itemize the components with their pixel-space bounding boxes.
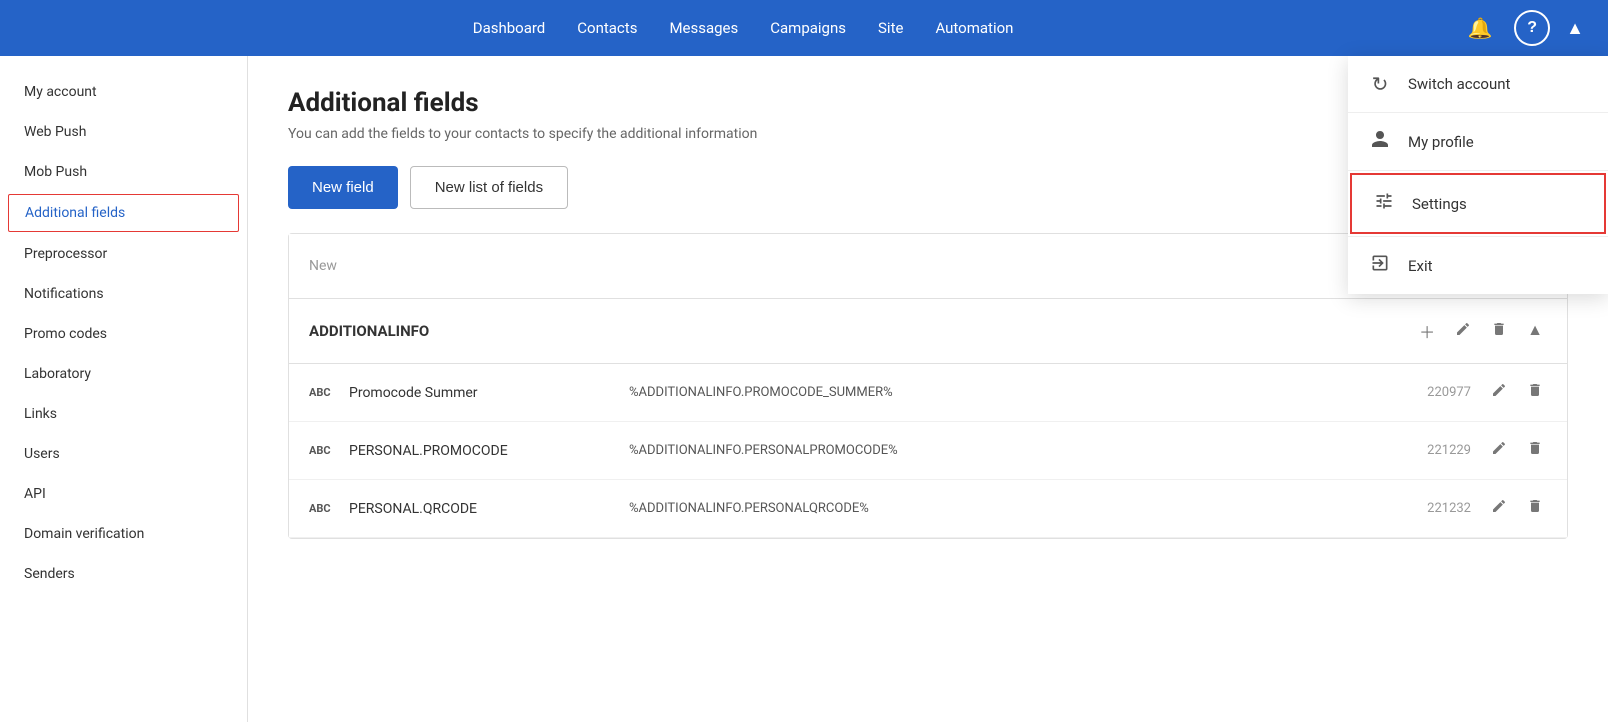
field-macro-2: %ADDITIONALINFO.PERSONALPROMOCODE% [629, 443, 1391, 458]
nav-messages[interactable]: Messages [669, 19, 738, 37]
switch-account-icon: ↻ [1368, 72, 1392, 96]
additionalinfo-collapse-button[interactable]: ▲ [1523, 318, 1547, 344]
table-row: ABC PERSONAL.QRCODE %ADDITIONALINFO.PERS… [289, 480, 1567, 538]
nav-right-actions: 🔔 ? ▲ [1462, 10, 1584, 46]
sidebar-item-promo-codes[interactable]: Promo codes [0, 314, 247, 354]
dropdown-settings[interactable]: Settings [1350, 173, 1606, 234]
field-3-edit-button[interactable] [1487, 494, 1511, 523]
field-macro-1: %ADDITIONALINFO.PROMOCODE_SUMMER% [629, 385, 1391, 400]
dropdown-settings-label: Settings [1412, 195, 1467, 213]
notifications-bell-button[interactable]: 🔔 [1462, 10, 1498, 46]
dropdown-exit[interactable]: Exit [1348, 237, 1608, 294]
user-menu-toggle-button[interactable]: ▲ [1566, 18, 1584, 39]
field-macro-3: %ADDITIONALINFO.PERSONALQRCODE% [629, 501, 1391, 516]
table-row: ABC Promocode Summer %ADDITIONALINFO.PRO… [289, 364, 1567, 422]
additionalinfo-section-title: ADDITIONALINFO [309, 322, 1415, 340]
additionalinfo-section-row: ADDITIONALINFO ＋ ▲ [289, 299, 1567, 364]
field-id-3: 221232 [1391, 501, 1471, 516]
nav-dashboard[interactable]: Dashboard [473, 19, 546, 37]
field-id-1: 220977 [1391, 385, 1471, 400]
sidebar-item-users[interactable]: Users [0, 434, 247, 474]
additionalinfo-add-button[interactable]: ＋ [1415, 315, 1439, 347]
sidebar-item-web-push[interactable]: Web Push [0, 112, 247, 152]
additionalinfo-edit-button[interactable] [1451, 317, 1475, 346]
field-id-2: 221229 [1391, 443, 1471, 458]
dropdown-exit-label: Exit [1408, 257, 1433, 275]
additionalinfo-section-actions: ＋ ▲ [1415, 315, 1547, 347]
field-type-2: ABC [309, 444, 349, 457]
field-type-1: ABC [309, 386, 349, 399]
settings-icon [1372, 191, 1396, 216]
sidebar-item-senders[interactable]: Senders [0, 554, 247, 594]
nav-site[interactable]: Site [878, 19, 903, 37]
sidebar: My account Web Push Mob Push Additional … [0, 56, 248, 722]
dropdown-my-profile-label: My profile [1408, 133, 1474, 151]
field-type-3: ABC [309, 502, 349, 515]
user-dropdown-menu: ↻ Switch account My profile Settings Exi… [1348, 56, 1608, 294]
dropdown-switch-account-label: Switch account [1408, 75, 1510, 93]
nav-links: Dashboard Contacts Messages Campaigns Si… [24, 19, 1462, 37]
field-name-1: Promocode Summer [349, 385, 629, 401]
additionalinfo-delete-button[interactable] [1487, 317, 1511, 346]
field-2-edit-button[interactable] [1487, 436, 1511, 465]
sidebar-item-preprocessor[interactable]: Preprocessor [0, 234, 247, 274]
field-2-delete-button[interactable] [1523, 436, 1547, 465]
help-button[interactable]: ? [1514, 10, 1550, 46]
sidebar-item-api[interactable]: API [0, 474, 247, 514]
sidebar-item-mob-push[interactable]: Mob Push [0, 152, 247, 192]
field-1-delete-button[interactable] [1523, 378, 1547, 407]
dropdown-divider-2 [1348, 170, 1608, 171]
exit-icon [1368, 253, 1392, 278]
new-field-button[interactable]: New field [288, 166, 398, 209]
table-row: ABC PERSONAL.PROMOCODE %ADDITIONALINFO.P… [289, 422, 1567, 480]
sidebar-item-my-account[interactable]: My account [0, 72, 247, 112]
field-1-actions [1487, 378, 1547, 407]
field-2-actions [1487, 436, 1547, 465]
new-list-of-fields-button[interactable]: New list of fields [410, 166, 568, 209]
nav-automation[interactable]: Automation [935, 19, 1013, 37]
nav-campaigns[interactable]: Campaigns [770, 19, 846, 37]
sidebar-item-laboratory[interactable]: Laboratory [0, 354, 247, 394]
field-1-edit-button[interactable] [1487, 378, 1511, 407]
sidebar-item-domain-verification[interactable]: Domain verification [0, 514, 247, 554]
my-profile-icon [1368, 129, 1392, 154]
field-3-actions [1487, 494, 1547, 523]
nav-contacts[interactable]: Contacts [577, 19, 637, 37]
new-section-label: New [309, 258, 1451, 274]
dropdown-my-profile[interactable]: My profile [1348, 113, 1608, 170]
top-navigation: Dashboard Contacts Messages Campaigns Si… [0, 0, 1608, 56]
sidebar-item-notifications[interactable]: Notifications [0, 274, 247, 314]
dropdown-switch-account[interactable]: ↻ Switch account [1348, 56, 1608, 112]
field-name-3: PERSONAL.QRCODE [349, 501, 629, 517]
sidebar-item-additional-fields[interactable]: Additional fields [8, 194, 239, 232]
field-name-2: PERSONAL.PROMOCODE [349, 443, 629, 459]
field-3-delete-button[interactable] [1523, 494, 1547, 523]
sidebar-item-links[interactable]: Links [0, 394, 247, 434]
